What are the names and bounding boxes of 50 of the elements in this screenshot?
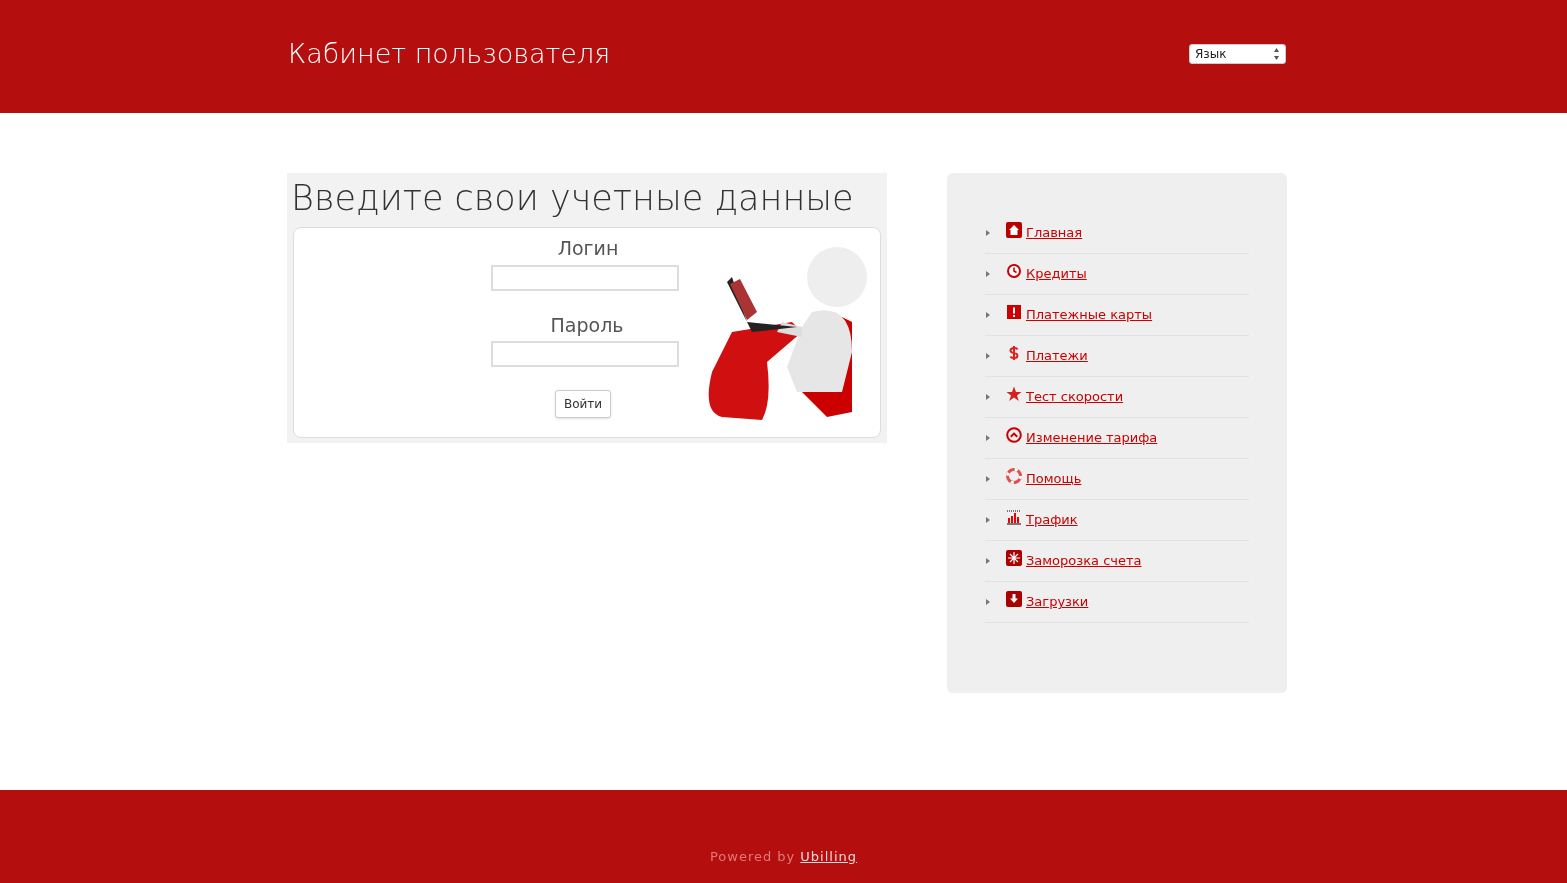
menu-label: Главная xyxy=(1026,224,1083,243)
menu-link[interactable]: Изменение тарифа xyxy=(1006,428,1158,448)
menu-label: Загрузки xyxy=(1026,593,1089,612)
menu-link[interactable]: Трафик xyxy=(1006,510,1078,530)
bar-chart-icon xyxy=(1006,509,1022,525)
ubilling-link[interactable]: Ubilling xyxy=(800,846,858,866)
menu-link[interactable]: Заморозка счета xyxy=(1006,551,1142,571)
exclamation-icon xyxy=(1006,304,1022,320)
spinner-arrows-icon xyxy=(1273,47,1280,61)
login-field[interactable] xyxy=(491,264,679,291)
lifebuoy-icon xyxy=(1006,468,1022,484)
password-field[interactable] xyxy=(491,341,679,367)
menu-link[interactable]: Тест скорости xyxy=(1006,387,1124,407)
clock-icon xyxy=(1006,263,1022,279)
menu-label: Платежные карты xyxy=(1026,306,1153,325)
menu-label: Изменение тарифа xyxy=(1026,429,1158,448)
footer-text: Powered by xyxy=(709,847,796,866)
language-select[interactable]: Язык xyxy=(1189,44,1286,64)
bullet-icon xyxy=(986,476,990,482)
bullet-icon xyxy=(986,394,990,400)
menu-label: Кредиты xyxy=(1026,265,1087,284)
star-icon xyxy=(1006,386,1022,402)
menu-link[interactable]: Помощь xyxy=(1006,469,1082,489)
site-title: Кабинет пользователя xyxy=(288,37,611,71)
home-icon xyxy=(1006,222,1022,238)
menu-link[interactable]: Кредиты xyxy=(1006,264,1087,284)
bullet-icon xyxy=(986,558,990,564)
chevron-up-circle-icon xyxy=(1006,427,1022,443)
menu-link[interactable]: Загрузки xyxy=(1006,592,1089,612)
menu-link[interactable]: Главная xyxy=(1006,223,1083,243)
menu-link[interactable]: Платежи xyxy=(1006,346,1088,366)
password-label: Пароль xyxy=(550,312,624,338)
bullet-icon xyxy=(986,435,990,441)
bullet-icon xyxy=(986,271,990,277)
bullet-icon xyxy=(986,353,990,359)
menu-label: Помощь xyxy=(1026,470,1082,489)
menu-label: Тест скорости xyxy=(1026,388,1124,407)
menu-link[interactable]: Платежные карты xyxy=(1006,305,1153,325)
menu-label: Трафик xyxy=(1026,511,1078,530)
login-label: Логин xyxy=(557,236,619,261)
download-icon xyxy=(1006,591,1022,607)
bullet-icon xyxy=(986,599,990,605)
bullet-icon xyxy=(986,230,990,236)
snowflake-icon xyxy=(1006,550,1022,566)
login-button[interactable]: Войти xyxy=(554,390,612,418)
bullet-icon xyxy=(986,517,990,523)
menu-label: Платежи xyxy=(1026,347,1088,366)
login-heading: Введите свои учетные данные xyxy=(290,177,855,220)
menu-label: Заморозка счета xyxy=(1026,552,1142,571)
bullet-icon xyxy=(986,312,990,318)
